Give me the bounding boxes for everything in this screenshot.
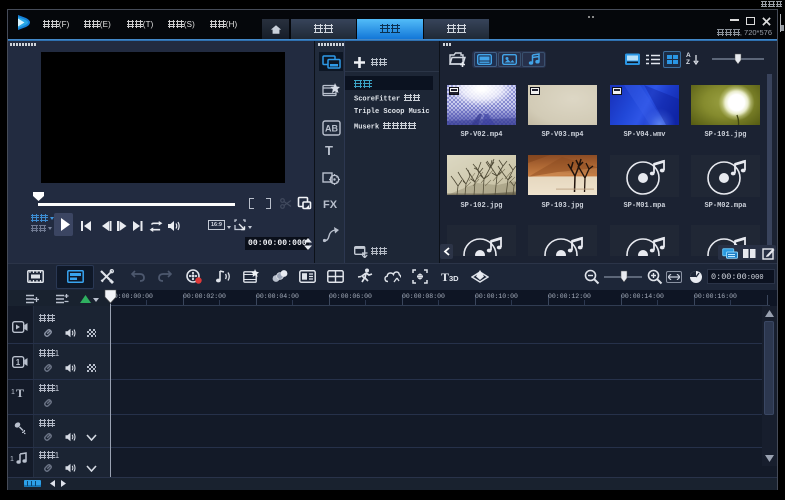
svg-text:1: 1 bbox=[16, 358, 21, 367]
svg-text:AB: AB bbox=[325, 124, 338, 134]
